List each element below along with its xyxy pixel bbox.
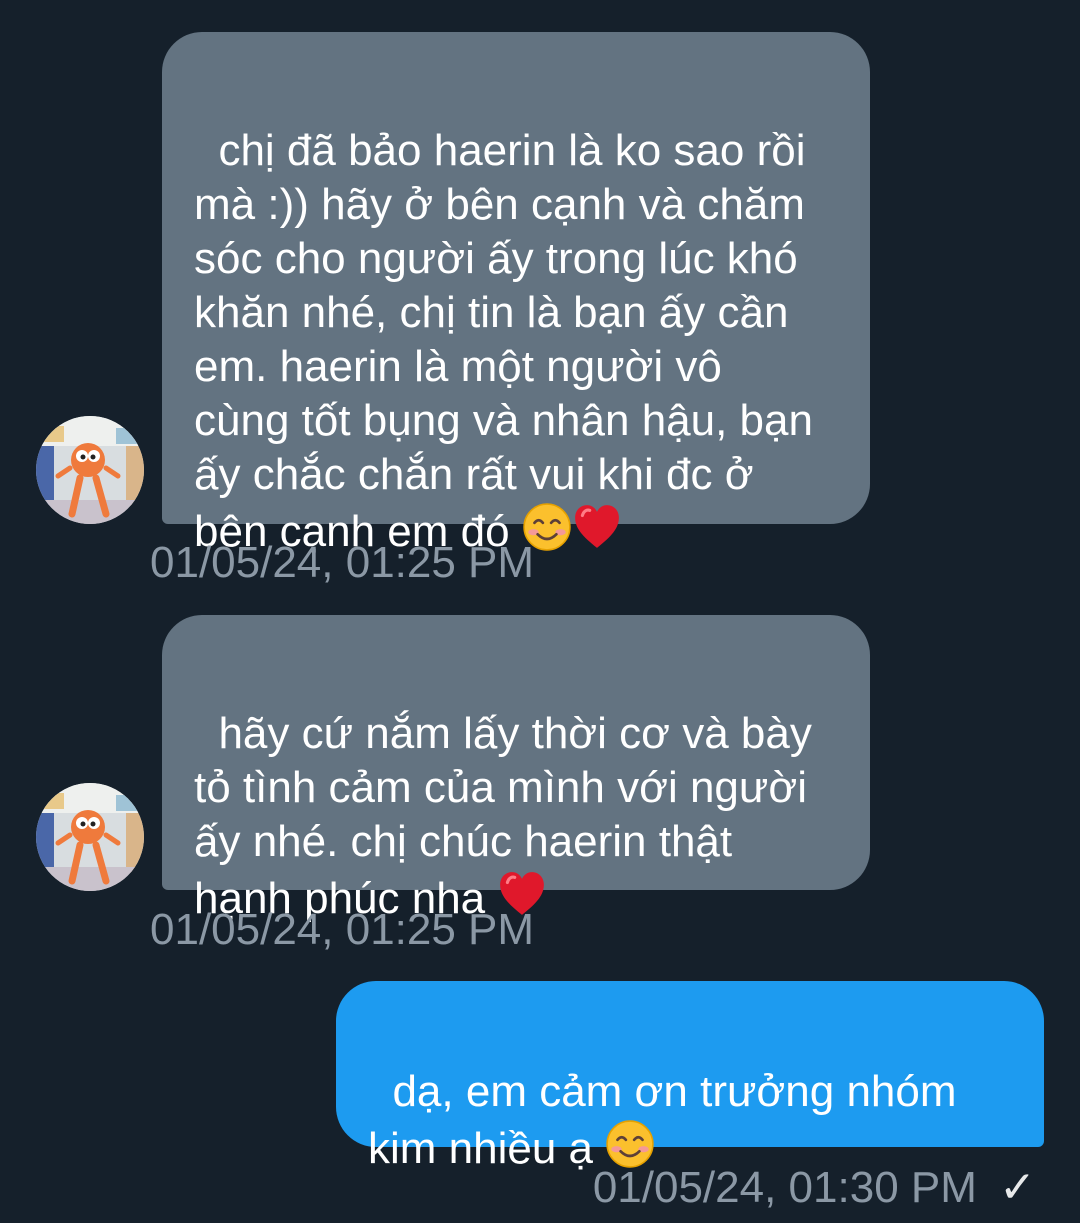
message-bubble-sent[interactable]: dạ, em cảm ơn trưởng nhóm kim nhiều ạ xyxy=(336,981,1044,1173)
message-text: dạ, em cảm ơn trưởng nhóm kim nhiều ạ xyxy=(368,1067,957,1173)
smiling-face-emoji xyxy=(605,1119,655,1169)
sender-avatar[interactable] xyxy=(36,416,144,524)
message-timestamp: 01/05/24, 01:25 PM xyxy=(150,538,535,587)
message-timestamp: 01/05/24, 01:30 PM xyxy=(592,1163,977,1212)
sent-check-icon: ✓ xyxy=(999,1163,1036,1212)
message-text: chị đã bảo haerin là ko sao rồi mà :)) h… xyxy=(194,126,813,556)
message-bubble-received[interactable]: chị đã bảo haerin là ko sao rồi mà :)) h… xyxy=(162,32,870,556)
message-timestamp: 01/05/24, 01:25 PM xyxy=(150,905,535,954)
cartoon-character-avatar xyxy=(36,783,144,891)
red-heart-emoji xyxy=(572,502,622,552)
message-bubble-received[interactable]: hãy cứ nắm lấy thời cơ và bày tỏ tình cả… xyxy=(162,615,870,923)
message-timestamp-row: 01/05/24, 01:30 PM ✓ xyxy=(593,1163,1036,1213)
cartoon-character-avatar xyxy=(36,416,144,524)
sender-avatar[interactable] xyxy=(36,783,144,891)
